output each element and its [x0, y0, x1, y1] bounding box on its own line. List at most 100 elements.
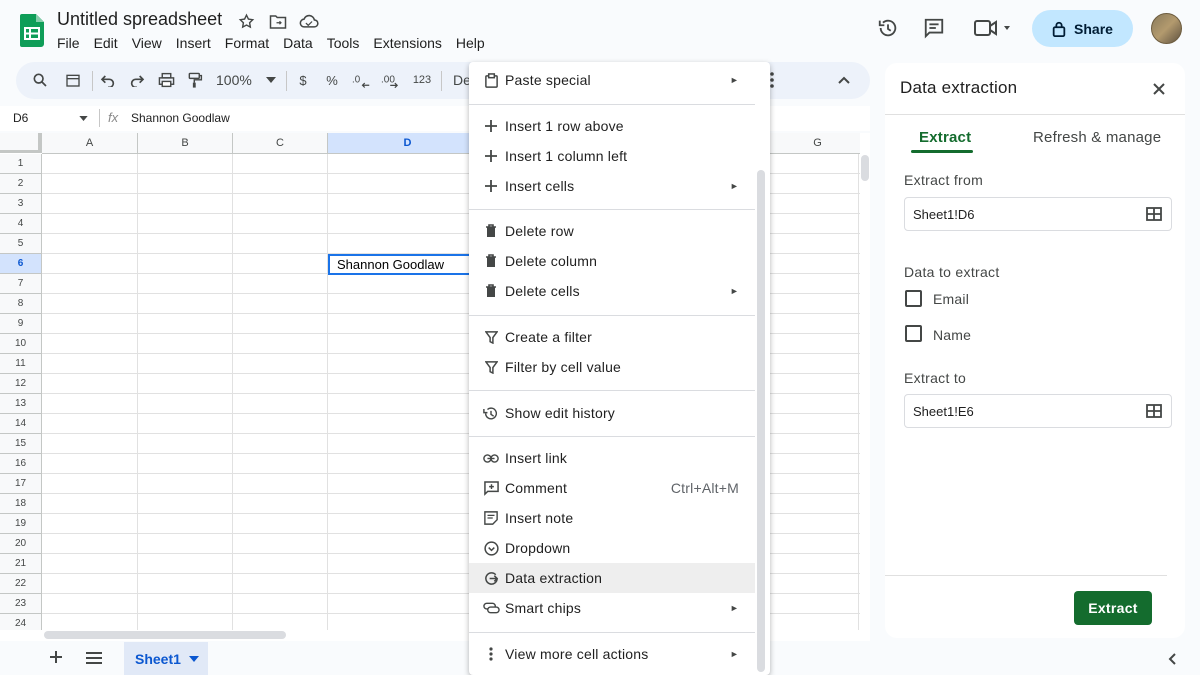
extract-button[interactable]: Extract	[1074, 591, 1152, 625]
version-history-icon[interactable]	[873, 13, 903, 43]
select-all-corner[interactable]	[0, 133, 42, 153]
row-header[interactable]: 9	[0, 314, 42, 334]
menu-extensions[interactable]: Extensions	[366, 33, 448, 53]
row-header[interactable]: 1	[0, 154, 42, 174]
menu-file[interactable]: File	[50, 33, 87, 53]
row-header[interactable]: 7	[0, 274, 42, 294]
row-header[interactable]: 20	[0, 534, 42, 554]
menu-format[interactable]: Format	[218, 33, 276, 53]
menu-item-dropdown[interactable]: Dropdown	[469, 533, 755, 563]
column-header[interactable]: G	[770, 133, 860, 154]
row-header[interactable]: 19	[0, 514, 42, 534]
select-range-icon[interactable]	[1146, 404, 1162, 418]
row-header[interactable]: 23	[0, 594, 42, 614]
calendar-icon[interactable]	[63, 68, 83, 92]
menu-data[interactable]: Data	[276, 33, 320, 53]
menu-item-insert-link[interactable]: Insert link	[469, 443, 755, 473]
star-icon[interactable]	[236, 11, 257, 32]
name-box[interactable]: D6	[13, 111, 28, 125]
row-header[interactable]: 10	[0, 334, 42, 354]
row-header[interactable]: 12	[0, 374, 42, 394]
menu-item-insert-note[interactable]: Insert note	[469, 503, 755, 533]
tab-refresh-manage[interactable]: Refresh & manage	[1033, 129, 1161, 146]
scroll-thumb[interactable]	[861, 155, 869, 181]
select-range-icon[interactable]	[1146, 207, 1162, 221]
document-title[interactable]: Untitled spreadsheet	[57, 9, 222, 30]
menu-item-insert-1-column-left[interactable]: Insert 1 column left	[469, 141, 755, 171]
chevron-down-icon[interactable]	[79, 116, 88, 121]
comments-icon[interactable]	[919, 13, 949, 43]
menu-item-delete-column[interactable]: Delete column	[469, 246, 755, 276]
menu-item-create-a-filter[interactable]: Create a filter	[469, 322, 755, 352]
share-button[interactable]: Share	[1032, 10, 1133, 47]
collapse-toolbar-icon[interactable]	[834, 68, 854, 92]
menu-item-delete-row[interactable]: Delete row	[469, 216, 755, 246]
row-header-selected[interactable]: 6	[0, 254, 42, 274]
row-header[interactable]: 17	[0, 474, 42, 494]
search-menus-icon[interactable]	[30, 68, 50, 92]
formula-input[interactable]: Shannon Goodlaw	[131, 111, 230, 125]
chevron-down-icon[interactable]	[188, 655, 199, 662]
meet-video-icon[interactable]	[970, 13, 1014, 43]
scroll-thumb[interactable]	[44, 631, 286, 639]
menu-item-data-extraction[interactable]: Data extraction	[469, 563, 755, 593]
expand-side-panel-icon[interactable]	[1168, 652, 1176, 668]
paint-format-icon[interactable]	[185, 68, 205, 92]
add-sheet-icon[interactable]	[49, 650, 63, 669]
email-checkbox[interactable]	[905, 290, 922, 307]
menu-item-paste-special[interactable]: Paste special ►	[469, 65, 755, 95]
row-header[interactable]: 24	[0, 614, 42, 631]
row-header[interactable]: 4	[0, 214, 42, 234]
row-header[interactable]: 15	[0, 434, 42, 454]
menu-item-filter-by-cell-value[interactable]: Filter by cell value	[469, 352, 755, 382]
user-avatar[interactable]	[1151, 13, 1182, 44]
row-header[interactable]: 14	[0, 414, 42, 434]
more-formats-button[interactable]: 123	[410, 68, 434, 92]
row-header[interactable]: 22	[0, 574, 42, 594]
move-folder-icon[interactable]	[267, 11, 288, 32]
currency-format-button[interactable]: $	[294, 68, 312, 92]
row-header[interactable]: 3	[0, 194, 42, 214]
row-header[interactable]: 18	[0, 494, 42, 514]
row-header[interactable]: 21	[0, 554, 42, 574]
menu-tools[interactable]: Tools	[320, 33, 367, 53]
all-sheets-icon[interactable]	[86, 651, 102, 669]
menu-item-comment[interactable]: Comment Ctrl+Alt+M	[469, 473, 755, 503]
menu-item-smart-chips[interactable]: Smart chips ►	[469, 593, 755, 623]
cloud-status-icon[interactable]	[298, 11, 319, 32]
column-header-selected[interactable]: D	[328, 133, 488, 154]
row-header[interactable]: 11	[0, 354, 42, 374]
tab-extract[interactable]: Extract	[919, 129, 971, 146]
decrease-decimal-icon[interactable]: .0	[351, 68, 371, 92]
column-header[interactable]: C	[233, 133, 328, 154]
percent-format-button[interactable]: %	[323, 68, 341, 92]
active-cell[interactable]: Shannon Goodlaw	[328, 254, 472, 275]
menu-edit[interactable]: Edit	[87, 33, 125, 53]
row-header[interactable]: 16	[0, 454, 42, 474]
column-header[interactable]: A	[42, 133, 138, 154]
column-header[interactable]: B	[138, 133, 233, 154]
extract-to-field[interactable]: Sheet1!E6	[904, 394, 1172, 428]
sheets-logo-icon[interactable]	[20, 14, 44, 47]
extract-from-field[interactable]: Sheet1!D6	[904, 197, 1172, 231]
redo-icon[interactable]	[127, 68, 147, 92]
row-header[interactable]: 13	[0, 394, 42, 414]
row-header[interactable]: 5	[0, 234, 42, 254]
close-icon[interactable]	[1149, 79, 1169, 99]
increase-decimal-icon[interactable]: .00	[380, 68, 402, 92]
row-header[interactable]: 2	[0, 174, 42, 194]
menu-insert[interactable]: Insert	[169, 33, 218, 53]
zoom-select[interactable]: 100%	[216, 68, 276, 92]
vertical-scrollbar[interactable]	[860, 133, 870, 631]
name-checkbox[interactable]	[905, 325, 922, 342]
menu-view[interactable]: View	[125, 33, 169, 53]
print-icon[interactable]	[156, 68, 176, 92]
menu-item-delete-cells[interactable]: Delete cells ►	[469, 276, 755, 306]
menu-scrollbar[interactable]	[757, 170, 765, 672]
undo-icon[interactable]	[98, 68, 118, 92]
menu-item-insert-cells[interactable]: Insert cells ►	[469, 171, 755, 201]
row-header[interactable]: 8	[0, 294, 42, 314]
menu-item-view-more-cell-actions[interactable]: View more cell actions ►	[469, 639, 755, 669]
menu-item-insert-1-row-above[interactable]: Insert 1 row above	[469, 111, 755, 141]
menu-item-show-edit-history[interactable]: Show edit history	[469, 398, 755, 428]
